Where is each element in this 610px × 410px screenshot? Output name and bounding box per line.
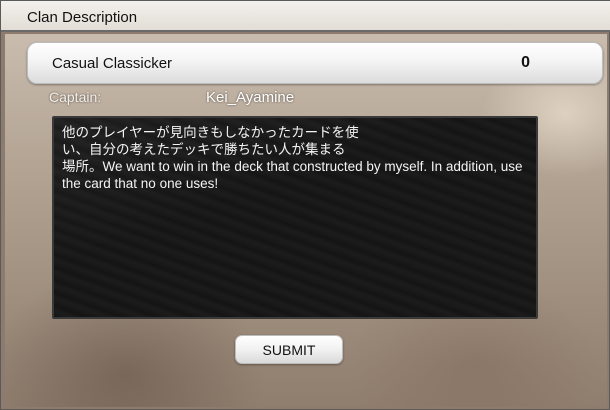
member-count: 0 [521, 54, 530, 71]
title-bar: Clan Description [1, 1, 610, 32]
captain-label: Captain: [49, 89, 102, 105]
captain-name: Kei_Ayamine [206, 89, 295, 106]
content-panel: Casual Classicker 0 Captain: Kei_Ayamine… [5, 34, 607, 407]
clan-description-window: Clan Description Casual Classicker 0 Cap… [0, 0, 610, 410]
window-title: Clan Description [27, 9, 138, 26]
clan-name: Casual Classicker [52, 55, 173, 72]
clan-name-bar: Casual Classicker 0 [27, 42, 603, 84]
submit-button[interactable]: SUBMIT [235, 335, 343, 364]
description-textarea[interactable]: 他のプレイヤーが見向きもしなかったカードを使 い、自分の考えたデッキで勝ちたい人… [52, 116, 538, 319]
